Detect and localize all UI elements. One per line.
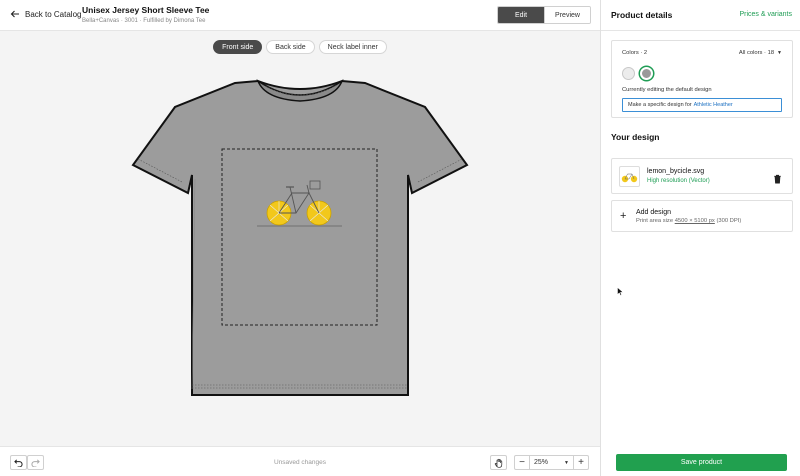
make-specific-design-button[interactable]: Make a specific design for Athletic Heat… bbox=[622, 98, 782, 112]
print-area-dimensions: 4500 × 5100 px bbox=[674, 218, 715, 224]
tab-back-side[interactable]: Back side bbox=[266, 40, 315, 54]
redo-button[interactable] bbox=[27, 455, 44, 470]
design-file-card[interactable]: lemon_bycicle.svg High resolution (Vecto… bbox=[611, 158, 793, 194]
all-colors-label: All colors · 18 bbox=[738, 50, 775, 56]
zoom-out-button[interactable]: − bbox=[515, 456, 530, 469]
tab-neck-label-inner[interactable]: Neck label inner bbox=[318, 40, 387, 54]
design-thumbnail bbox=[619, 166, 640, 187]
product-heading: Unisex Jersey Short Sleeve Tee Bella+Can… bbox=[82, 5, 209, 24]
chevron-down-icon: ▼ bbox=[777, 50, 782, 56]
product-title: Unisex Jersey Short Sleeve Tee bbox=[82, 5, 210, 15]
design-resolution: High resolution (Vector) bbox=[647, 178, 710, 184]
zoom-control: − 25% ▼ + bbox=[514, 455, 589, 470]
undo-button[interactable] bbox=[10, 455, 27, 470]
print-area-size-text: Print area size 4500 × 5100 px (300 DPI) bbox=[636, 218, 741, 224]
undo-icon bbox=[14, 459, 23, 467]
color-swatch-athletic-heather[interactable] bbox=[640, 67, 653, 80]
unsaved-changes-text: Unsaved changes bbox=[273, 459, 327, 466]
colors-card: Colors · 2 All colors · 18 ▼ Currently e… bbox=[611, 40, 793, 118]
pan-tool-button[interactable] bbox=[490, 455, 507, 470]
print-area-prefix: Print area size bbox=[636, 218, 674, 224]
bicycle-thumbnail-image bbox=[621, 173, 638, 182]
tshirt-body bbox=[131, 79, 469, 396]
mouse-cursor-icon bbox=[617, 287, 624, 296]
all-colors-dropdown[interactable]: All colors · 18 ▼ bbox=[739, 50, 782, 56]
preview-button[interactable]: Preview bbox=[544, 7, 590, 23]
color-swatch-white[interactable] bbox=[622, 67, 635, 80]
your-design-heading: Your design bbox=[611, 132, 660, 142]
specific-design-color: Athletic Heather bbox=[693, 102, 733, 108]
editor-header: Back to Catalog Unisex Jersey Short Slee… bbox=[0, 0, 600, 31]
prices-variants-link[interactable]: Prices & variants bbox=[739, 11, 792, 18]
arrow-left-icon bbox=[10, 10, 19, 18]
edit-preview-toggle: Edit Preview bbox=[497, 6, 591, 24]
side-tabs: Front side Back side Neck label inner bbox=[0, 40, 600, 54]
print-area-dpi: (300 DPI) bbox=[716, 218, 742, 224]
product-subtitle: Bella+Canvas · 3001 · Fulfilled by Dimon… bbox=[82, 18, 206, 24]
hand-icon bbox=[494, 458, 502, 468]
redo-icon bbox=[31, 459, 40, 467]
back-label: Back to Catalog bbox=[25, 9, 82, 19]
add-design-button[interactable]: + Add design Print area size 4500 × 5100… bbox=[611, 200, 793, 232]
save-product-button[interactable]: Save product bbox=[616, 454, 787, 471]
product-details-panel: Product details Prices & variants Colors… bbox=[600, 0, 800, 476]
zoom-level-select[interactable]: 25% ▼ bbox=[530, 459, 573, 466]
colors-count-label: Colors · 2 bbox=[622, 50, 648, 56]
zoom-level-value: 25% bbox=[534, 459, 549, 466]
add-design-title: Add design bbox=[636, 209, 672, 216]
panel-title: Product details bbox=[611, 10, 673, 20]
trash-icon bbox=[774, 174, 781, 184]
tshirt-mockup bbox=[131, 79, 469, 396]
chevron-down-icon: ▼ bbox=[564, 459, 569, 466]
zoom-in-button[interactable]: + bbox=[573, 456, 588, 469]
plus-icon: + bbox=[620, 210, 627, 222]
design-file-name: lemon_bycicle.svg bbox=[647, 168, 705, 175]
tab-front-side[interactable]: Front side bbox=[213, 40, 263, 54]
back-to-catalog-link[interactable]: Back to Catalog bbox=[10, 9, 81, 19]
panel-header: Product details Prices & variants bbox=[601, 0, 800, 31]
specific-design-prefix: Make a specific design for bbox=[628, 102, 692, 108]
edit-button[interactable]: Edit bbox=[498, 7, 544, 23]
delete-design-button[interactable] bbox=[773, 171, 782, 189]
editing-status-text: Currently editing the default design bbox=[622, 87, 712, 93]
canvas-toolbar: Unsaved changes − 25% ▼ + bbox=[0, 446, 600, 476]
design-canvas[interactable]: Front side Back side Neck label inner bbox=[0, 31, 600, 446]
